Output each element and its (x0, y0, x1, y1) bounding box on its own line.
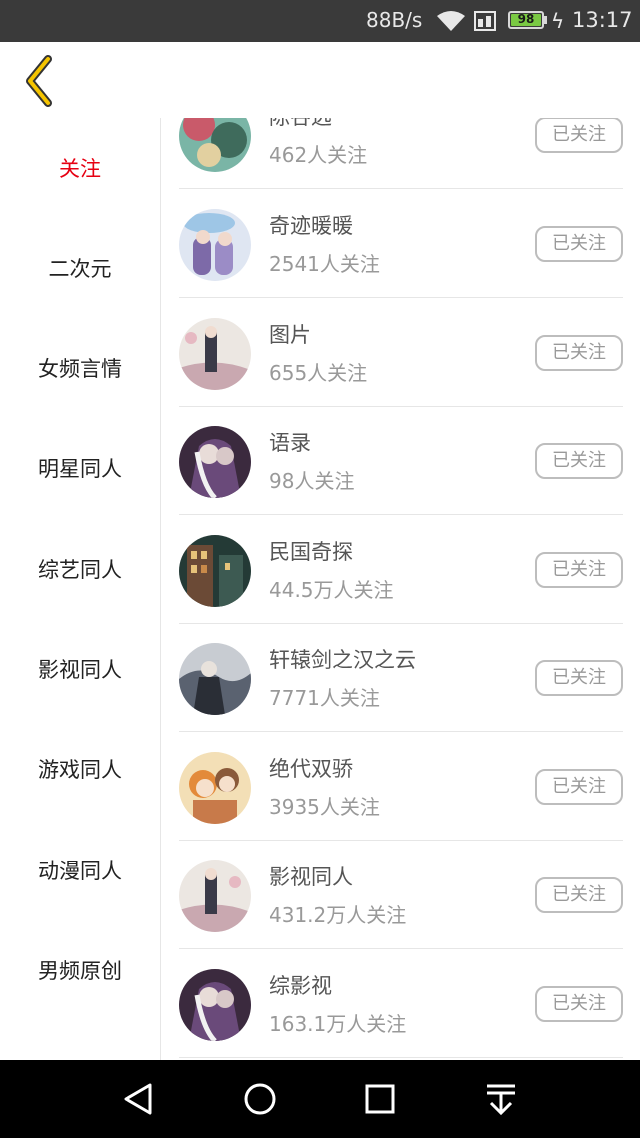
charging-icon: ϟ (551, 9, 565, 33)
topic-name: 语录 (269, 431, 311, 455)
follower-count: 7771人关注 (269, 686, 380, 710)
wifi-icon (437, 11, 465, 31)
battery-icon: 98 (508, 11, 544, 29)
topic-name: 轩辕剑之汉之云 (269, 648, 416, 672)
topic-avatar (179, 643, 251, 715)
followed-button[interactable]: 已关注 (535, 443, 623, 479)
follower-count: 163.1万人关注 (269, 1012, 407, 1036)
list-item[interactable]: 陈谷远 462人关注 已关注 (179, 118, 623, 189)
follower-count: 2541人关注 (269, 252, 380, 276)
list-item[interactable]: 综影视 163.1万人关注 已关注 (179, 950, 623, 1058)
topic-avatar (179, 752, 251, 824)
followed-topics-list: 陈谷远 462人关注 已关注 奇迹暖暖 2541人关注 已关注 图片 655人关… (179, 118, 623, 1060)
sidebar-item-anime-fanfic[interactable]: 动漫同人 (0, 841, 160, 901)
topic-avatar (179, 426, 251, 498)
topic-avatar (179, 209, 251, 281)
notification-pulldown-icon[interactable] (479, 1077, 523, 1121)
follower-count: 44.5万人关注 (269, 578, 394, 602)
followed-button[interactable]: 已关注 (535, 986, 623, 1022)
list-item[interactable]: 影视同人 431.2万人关注 已关注 (179, 841, 623, 949)
topic-name: 陈谷远 (269, 118, 332, 131)
sidebar-item-variety-fanfic[interactable]: 综艺同人 (0, 540, 160, 600)
home-circle-icon[interactable] (238, 1077, 282, 1121)
divider (179, 1057, 623, 1058)
recents-square-icon[interactable] (358, 1077, 402, 1121)
topic-avatar (179, 118, 251, 172)
chevron-left-icon (26, 55, 52, 107)
list-item[interactable]: 轩辕剑之汉之云 7771人关注 已关注 (179, 624, 623, 732)
followed-button[interactable]: 已关注 (535, 660, 623, 696)
battery-tip (544, 16, 547, 24)
topic-name: 绝代双骄 (269, 757, 353, 781)
topic-name: 民国奇探 (269, 540, 353, 564)
category-sidebar: 关注 二次元 女频言情 明星同人 综艺同人 影视同人 游戏同人 动漫同人 男频原… (0, 118, 161, 1060)
topic-name: 奇迹暖暖 (269, 214, 353, 238)
divider (179, 731, 623, 732)
topic-avatar (179, 318, 251, 390)
sidebar-item-following[interactable]: 关注 (0, 139, 160, 199)
followed-button[interactable]: 已关注 (535, 335, 623, 371)
follower-count: 655人关注 (269, 361, 368, 385)
divider (179, 188, 623, 189)
list-item[interactable]: 图片 655人关注 已关注 (179, 299, 623, 407)
list-item[interactable]: 语录 98人关注 已关注 (179, 407, 623, 515)
list-item[interactable]: 绝代双骄 3935人关注 已关注 (179, 733, 623, 841)
sidebar-item-female-romance[interactable]: 女频言情 (0, 339, 160, 399)
follower-count: 431.2万人关注 (269, 903, 407, 927)
sidebar-item-game-fanfic[interactable]: 游戏同人 (0, 740, 160, 800)
sidebar-item-anime-2d[interactable]: 二次元 (0, 239, 160, 299)
sidebar-item-film-tv-fanfic[interactable]: 影视同人 (0, 640, 160, 700)
follower-count: 3935人关注 (269, 795, 380, 819)
list-item[interactable]: 民国奇探 44.5万人关注 已关注 (179, 516, 623, 624)
topic-name: 影视同人 (269, 865, 353, 889)
network-speed: 88B/s (366, 8, 423, 32)
divider (179, 297, 623, 298)
followed-button[interactable]: 已关注 (535, 118, 623, 153)
system-nav-bar (0, 1060, 640, 1138)
battery-level: 98 (517, 12, 535, 26)
back-triangle-icon[interactable] (117, 1077, 161, 1121)
topic-avatar (179, 860, 251, 932)
followed-button[interactable]: 已关注 (535, 552, 623, 588)
sidebar-item-male-original[interactable]: 男频原创 (0, 941, 160, 1001)
clock: 13:17 (572, 8, 633, 32)
status-bar: 88B/s 98 ϟ 13:17 (0, 0, 640, 42)
divider (179, 514, 623, 515)
list-item[interactable]: 奇迹暖暖 2541人关注 已关注 (179, 190, 623, 298)
follower-count: 462人关注 (269, 143, 368, 167)
topic-avatar (179, 969, 251, 1041)
followed-button[interactable]: 已关注 (535, 877, 623, 913)
divider (179, 948, 623, 949)
followed-button[interactable]: 已关注 (535, 226, 623, 262)
sim-card-icon (474, 11, 496, 31)
app-header (0, 42, 640, 118)
followed-button[interactable]: 已关注 (535, 769, 623, 805)
back-button[interactable] (20, 54, 64, 108)
topic-name: 图片 (269, 323, 311, 347)
topic-avatar (179, 535, 251, 607)
topic-name: 综影视 (269, 974, 332, 998)
sidebar-item-celebrity-fanfic[interactable]: 明星同人 (0, 439, 160, 499)
follower-count: 98人关注 (269, 469, 355, 493)
